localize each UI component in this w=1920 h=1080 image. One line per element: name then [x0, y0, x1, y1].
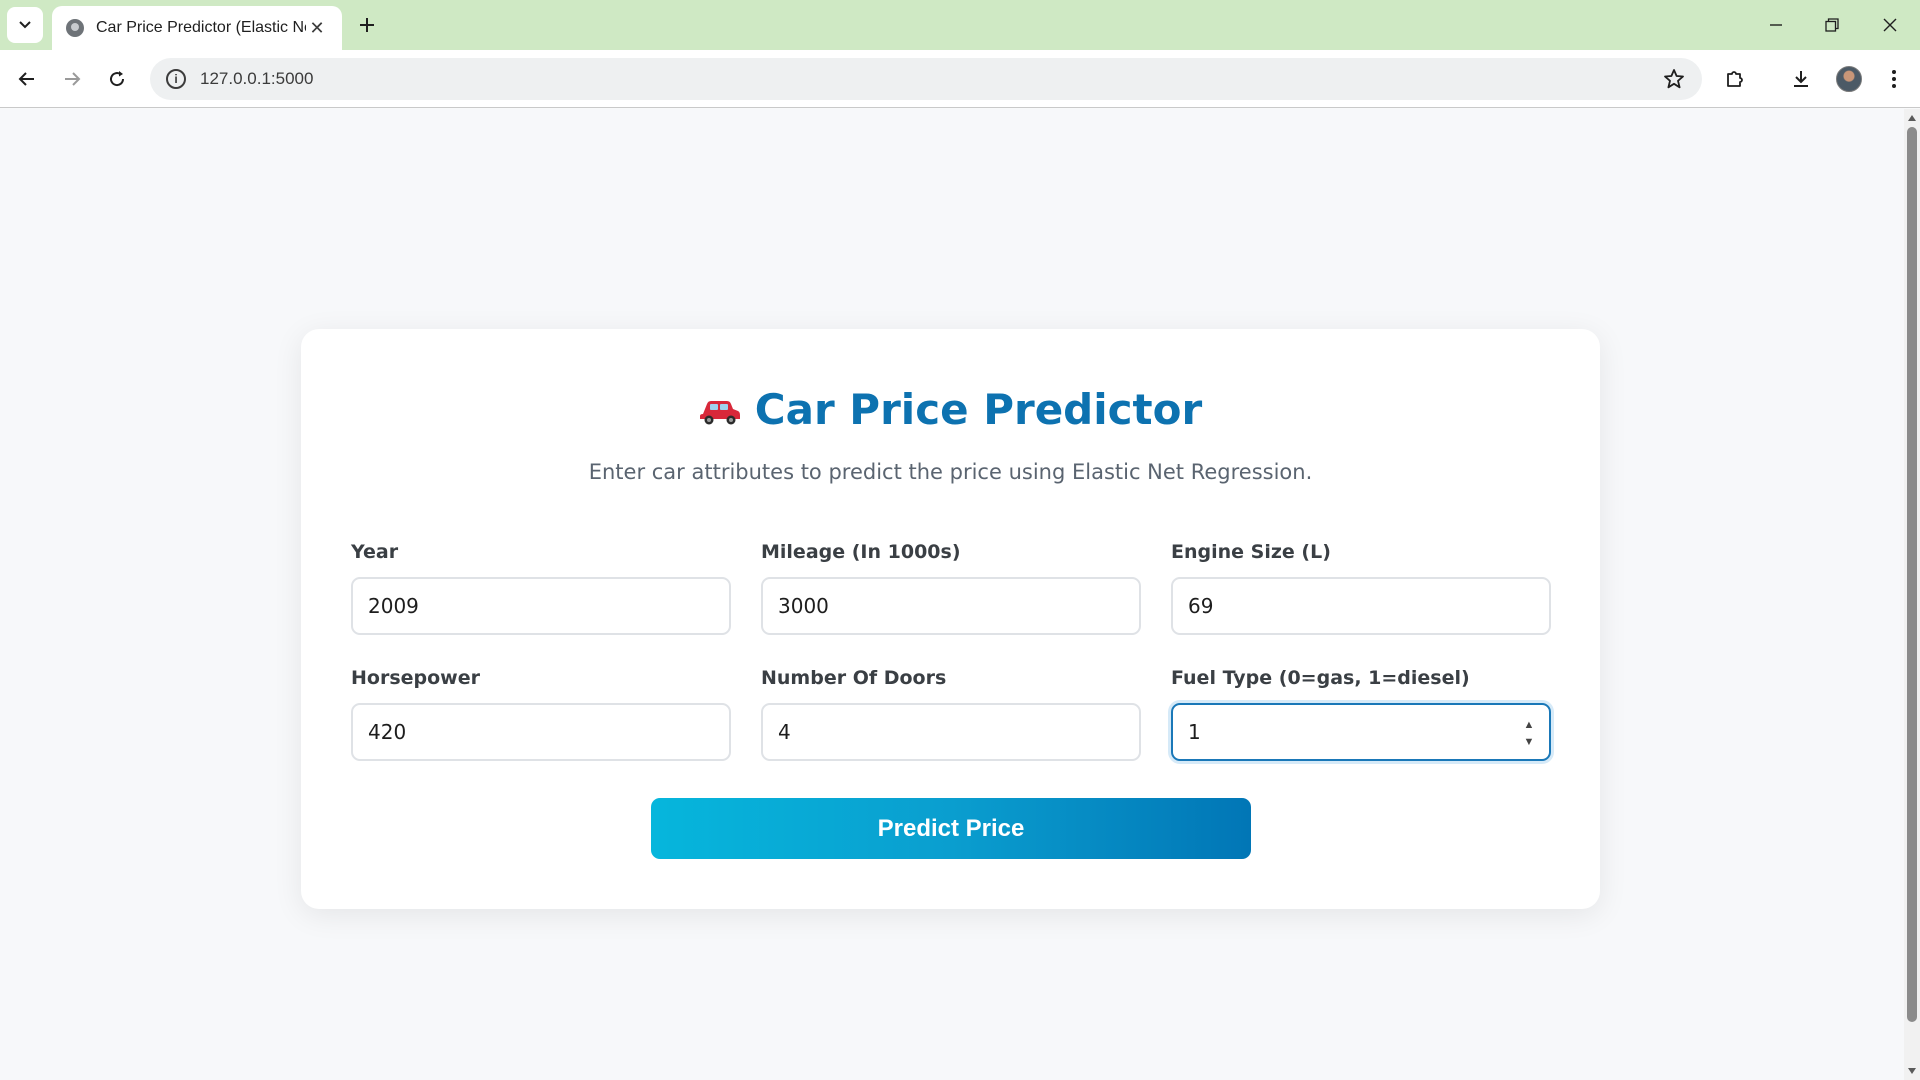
year-label: Year — [351, 541, 399, 563]
restore-button[interactable] — [1804, 0, 1860, 50]
back-button[interactable] — [9, 61, 45, 97]
title-text: Car Price Predictor — [754, 385, 1203, 434]
forward-button[interactable] — [54, 61, 90, 97]
fuel-type-field: Fuel Type (0=gas, 1=diesel) ▲ ▼ — [1171, 667, 1551, 761]
page-subtitle: Enter car attributes to predict the pric… — [588, 460, 1313, 484]
fuel-type-label: Fuel Type (0=gas, 1=diesel) — [1171, 667, 1470, 689]
engine-size-label: Engine Size (L) — [1171, 541, 1331, 563]
doors-input[interactable] — [761, 703, 1141, 761]
tab-close-icon[interactable]: ✕ — [306, 18, 328, 39]
predict-price-button[interactable]: Predict Price — [651, 798, 1251, 859]
tab-search-button[interactable] — [7, 7, 43, 43]
more-vertical-icon — [1892, 70, 1896, 88]
year-field: Year — [351, 541, 731, 635]
arrow-right-icon — [65, 72, 81, 86]
arrow-left-icon — [18, 72, 34, 86]
horsepower-input[interactable] — [351, 703, 731, 761]
doors-label: Number Of Doors — [761, 667, 947, 689]
minimize-icon — [1770, 24, 1782, 26]
downloads-button[interactable] — [1783, 61, 1819, 97]
chevron-down-icon — [19, 21, 31, 29]
minimize-button[interactable] — [1748, 0, 1804, 50]
scroll-down-icon[interactable] — [1907, 1066, 1917, 1076]
star-icon[interactable] — [1662, 67, 1686, 91]
browser-toolbar: i 127.0.0.1:5000 — [0, 50, 1920, 108]
number-spinner[interactable]: ▲ ▼ — [1523, 720, 1535, 748]
profile-avatar[interactable] — [1836, 66, 1862, 92]
url-text: 127.0.0.1:5000 — [200, 69, 314, 88]
mileage-field: Mileage (In 1000s) — [761, 541, 1141, 635]
close-window-button[interactable] — [1862, 0, 1918, 50]
mileage-label: Mileage (In 1000s) — [761, 541, 961, 563]
engine-size-field: Engine Size (L) — [1171, 541, 1551, 635]
horsepower-field: Horsepower — [351, 667, 731, 761]
close-icon — [1883, 18, 1897, 32]
engine-size-input[interactable] — [1171, 577, 1551, 635]
browser-menu-button[interactable] — [1876, 61, 1912, 97]
mileage-input[interactable] — [761, 577, 1141, 635]
page-title: Car Price Predictor — [301, 385, 1600, 434]
puzzle-icon — [1727, 71, 1743, 87]
tab-strip: Car Price Predictor (Elastic Net) ✕ — [0, 0, 1920, 50]
extensions-button[interactable] — [1717, 61, 1753, 97]
spinner-up-icon[interactable]: ▲ — [1524, 720, 1535, 731]
car-icon — [699, 401, 740, 425]
reload-button[interactable] — [99, 61, 135, 97]
page-scrollbar[interactable] — [1904, 109, 1920, 1080]
horsepower-label: Horsepower — [351, 667, 480, 689]
page-viewport: Car Price Predictor Enter car attributes… — [0, 109, 1904, 1080]
plus-icon — [360, 18, 374, 32]
download-icon — [1794, 71, 1808, 87]
tab-title: Car Price Predictor (Elastic Net) — [96, 19, 306, 36]
new-tab-button[interactable] — [352, 10, 382, 40]
restore-icon — [1825, 18, 1839, 32]
address-bar[interactable]: i 127.0.0.1:5000 — [150, 58, 1702, 100]
site-info-icon[interactable]: i — [166, 69, 186, 89]
globe-icon — [66, 19, 84, 37]
year-input[interactable] — [351, 577, 731, 635]
scroll-up-icon[interactable] — [1907, 113, 1917, 123]
predictor-card: Car Price Predictor Enter car attributes… — [301, 329, 1600, 909]
browser-tab[interactable]: Car Price Predictor (Elastic Net) ✕ — [52, 6, 342, 50]
spinner-down-icon[interactable]: ▼ — [1524, 737, 1535, 748]
doors-field: Number Of Doors — [761, 667, 1141, 761]
fuel-type-input[interactable] — [1171, 703, 1551, 761]
reload-icon — [110, 71, 125, 87]
scrollbar-thumb[interactable] — [1907, 127, 1917, 1022]
